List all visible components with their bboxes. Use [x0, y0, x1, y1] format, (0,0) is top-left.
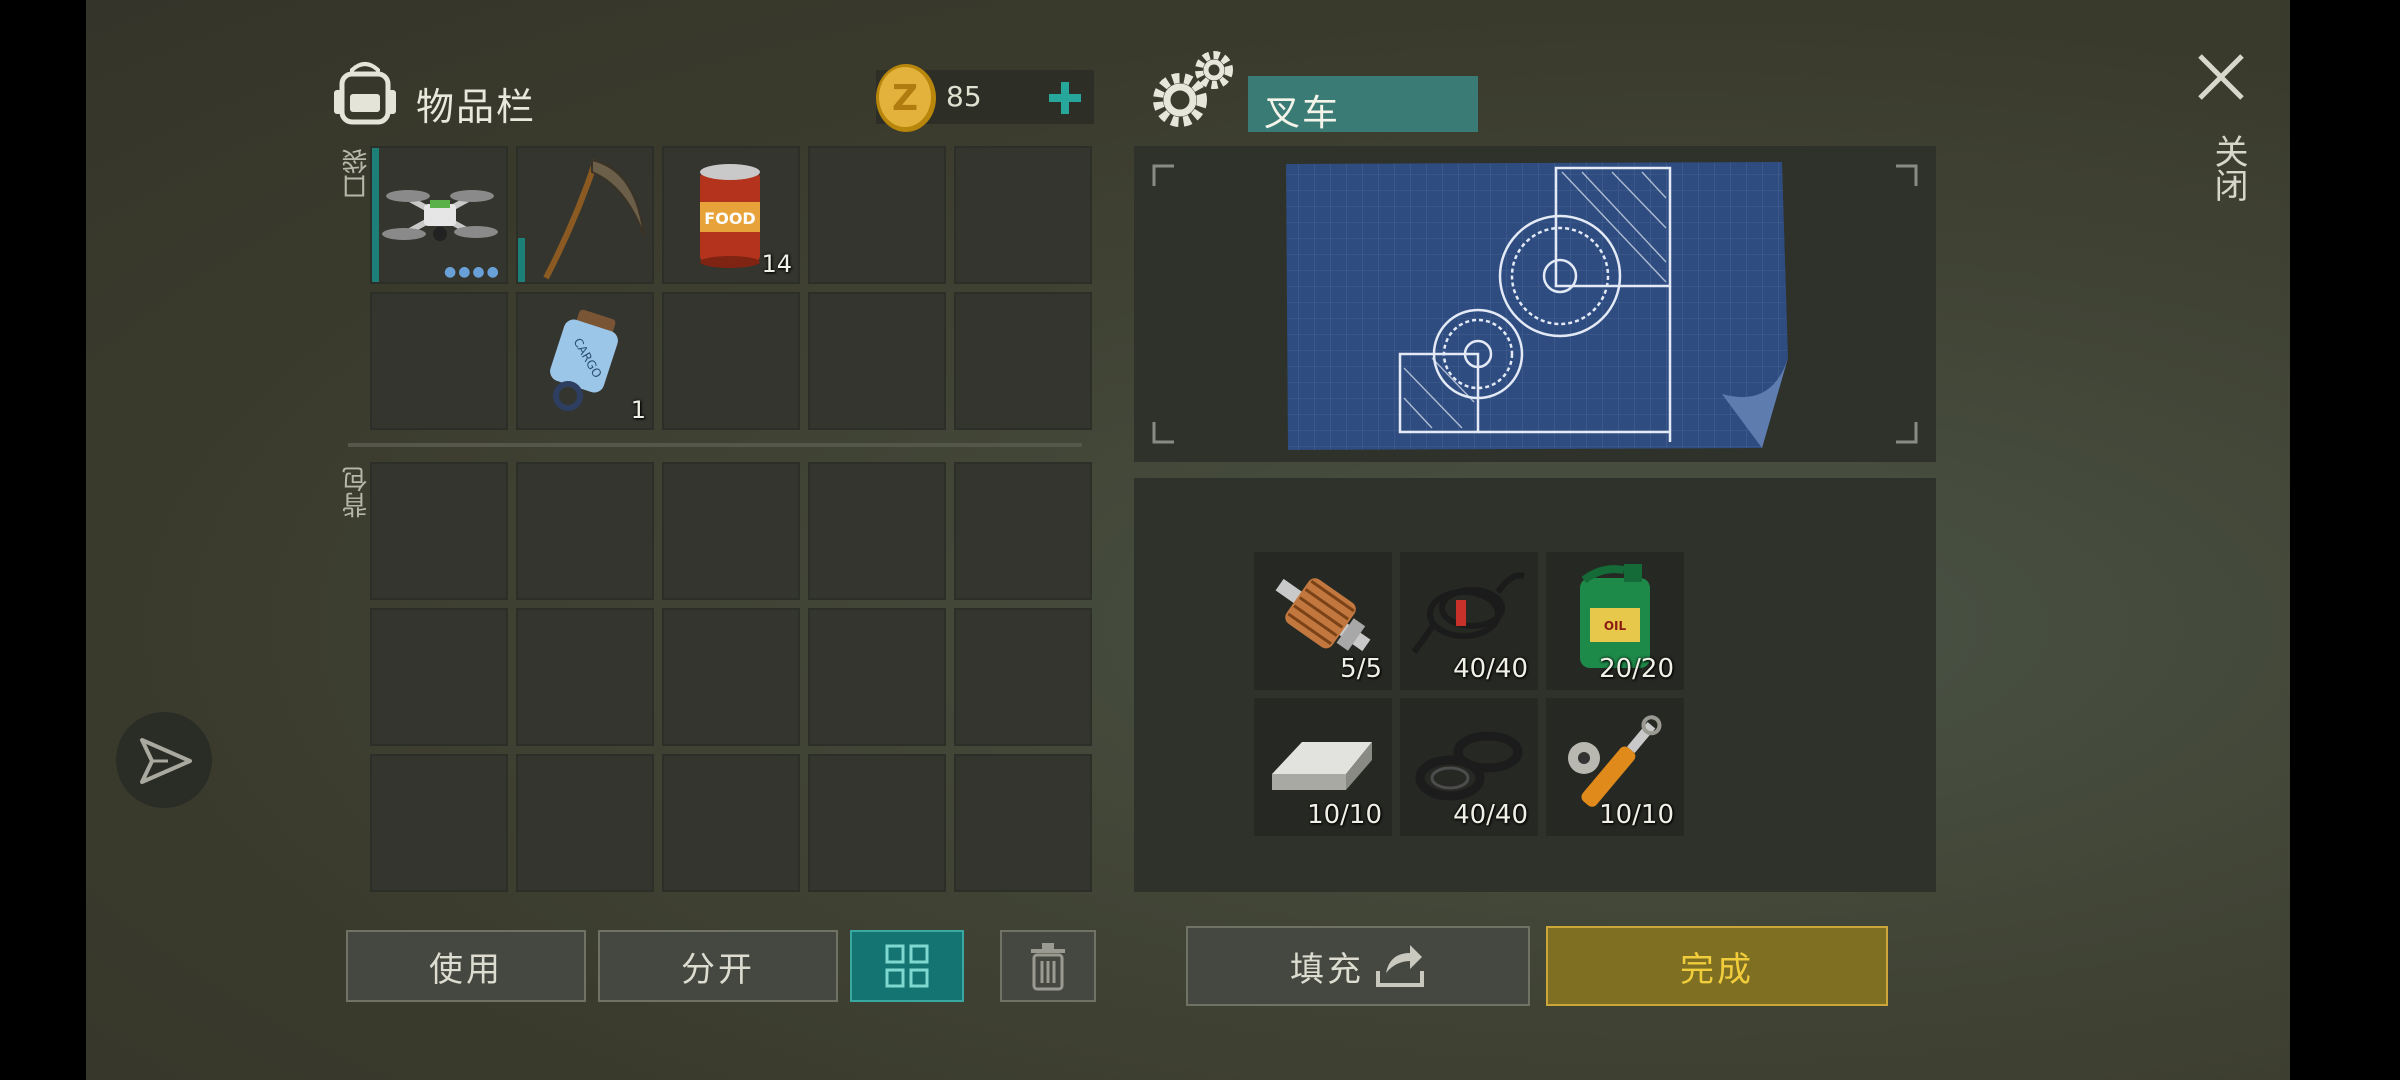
inventory-slot-empty[interactable]: [954, 146, 1092, 284]
backpack-slot[interactable]: [808, 462, 946, 600]
backpack-slot[interactable]: [954, 462, 1092, 600]
backpack-slot[interactable]: [954, 608, 1092, 746]
wire-coil-icon: [1412, 572, 1525, 654]
sort-button[interactable]: [850, 930, 964, 1002]
blueprint-preview: [1134, 146, 1936, 462]
fill-icon: [1376, 945, 1424, 987]
add-coins-icon[interactable]: [1036, 70, 1094, 126]
requirement-rubber-seals[interactable]: 40/40: [1400, 698, 1538, 836]
requirement-armature[interactable]: 5/5: [1254, 552, 1392, 690]
craft-item-name: 叉车: [1264, 93, 1341, 134]
requirement-count: 10/10: [1307, 800, 1382, 830]
gears-icon: [1153, 51, 1233, 127]
requirement-motor-oil[interactable]: OIL 20/20: [1546, 552, 1684, 690]
requirement-steel-ingot[interactable]: 10/10: [1254, 698, 1392, 836]
inventory-slot-empty[interactable]: [808, 146, 946, 284]
backpack-slot[interactable]: [662, 754, 800, 892]
backpack-slot[interactable]: [662, 608, 800, 746]
done-button[interactable]: 完成: [1546, 926, 1888, 1006]
backpack-icon: [334, 62, 396, 125]
backpack-slot[interactable]: [516, 754, 654, 892]
coin-amount: 85: [946, 80, 982, 113]
backpack-slot[interactable]: [370, 608, 508, 746]
share-button[interactable]: [116, 712, 212, 808]
inventory-slot-empty[interactable]: [954, 292, 1092, 430]
durability-bar: [518, 238, 525, 282]
fill-button[interactable]: 填充: [1186, 926, 1530, 1006]
backpack-slot[interactable]: [516, 462, 654, 600]
close-label[interactable]: 关闭: [2204, 134, 2253, 202]
drone-icon: [382, 190, 498, 241]
requirement-hydraulic-cylinder[interactable]: 10/10: [1546, 698, 1684, 836]
send-icon: [140, 738, 192, 784]
requirement-count: 40/40: [1453, 654, 1528, 684]
backpack-slot[interactable]: [808, 608, 946, 746]
backpack-slot[interactable]: [370, 754, 508, 892]
item-count: 14: [761, 250, 792, 278]
inventory-slot-drone[interactable]: ●●●●: [370, 146, 508, 284]
backpack-slot[interactable]: [808, 754, 946, 892]
inventory-slot-empty[interactable]: [370, 292, 508, 430]
trash-icon: [1031, 943, 1065, 991]
backpack-slot[interactable]: [662, 462, 800, 600]
section-divider: [348, 443, 1082, 447]
requirements-panel: 5/5 40/40 OIL 20/20 10/10 40/40 10/10: [1134, 478, 1936, 892]
svg-text:Z: Z: [892, 78, 918, 119]
backpack-slot[interactable]: [516, 608, 654, 746]
requirement-count: 20/20: [1599, 654, 1674, 684]
split-button[interactable]: 分开: [598, 930, 838, 1002]
game-screen: 物品栏 Z 85 口袋 背包 ●●●● FOOD 14 CARGO 1 使用 分…: [86, 0, 2290, 1080]
use-button[interactable]: 使用: [346, 930, 586, 1002]
scythe-icon: [543, 158, 645, 280]
inventory-title: 物品栏: [416, 85, 537, 129]
inventory-slot-food-can[interactable]: FOOD 14: [662, 146, 800, 284]
inventory-slot-scythe[interactable]: [516, 146, 654, 284]
inventory-slot-empty[interactable]: [662, 292, 800, 430]
coin-icon: Z: [876, 64, 936, 132]
close-icon[interactable]: [2196, 52, 2246, 102]
food-can-icon: FOOD: [700, 164, 760, 268]
item-count: 1: [630, 396, 646, 424]
rubber-seals-icon: [1415, 731, 1523, 801]
requirement-count: 40/40: [1453, 800, 1528, 830]
fill-button-label: 填充: [1290, 949, 1364, 990]
ammo-dots-icon: ●●●●: [444, 264, 501, 280]
requirement-count: 5/5: [1340, 654, 1382, 684]
inventory-slot-cargo-tag[interactable]: CARGO 1: [516, 292, 654, 430]
backpack-slot[interactable]: [954, 754, 1092, 892]
delete-button[interactable]: [1000, 930, 1096, 1002]
svg-text:FOOD: FOOD: [704, 209, 755, 228]
inventory-slot-empty[interactable]: [808, 292, 946, 430]
requirement-count: 10/10: [1599, 800, 1674, 830]
grid-sort-icon: [885, 944, 929, 988]
cargo-tag-icon: CARGO: [550, 309, 618, 411]
blueprint-icon: [1286, 162, 1788, 450]
svg-text:OIL: OIL: [1604, 619, 1627, 633]
steel-ingot-icon: [1272, 742, 1372, 790]
backpack-slot[interactable]: [370, 462, 508, 600]
requirement-wire[interactable]: 40/40: [1400, 552, 1538, 690]
